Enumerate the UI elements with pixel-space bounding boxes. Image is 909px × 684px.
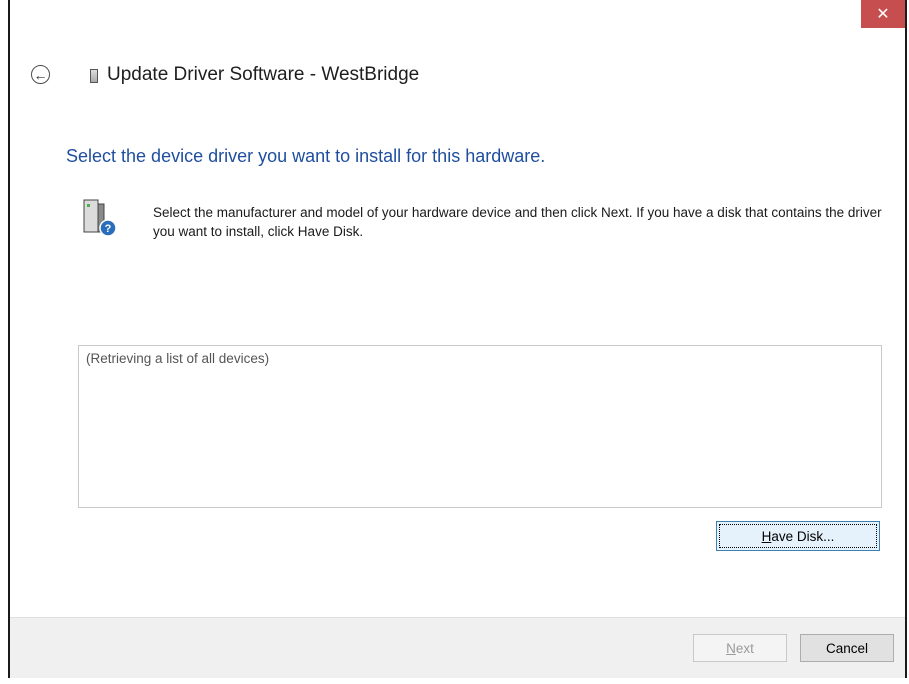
instruction-text: Select the manufacturer and model of you…: [153, 205, 882, 239]
svg-text:?: ?: [105, 223, 112, 235]
close-icon: ✕: [876, 6, 890, 23]
next-button[interactable]: Next: [693, 634, 787, 662]
cancel-button[interactable]: Cancel: [800, 634, 894, 662]
page-heading: Select the device driver you want to ins…: [66, 146, 546, 166]
have-disk-mnemonic: H: [761, 528, 772, 544]
window-header: ← Update Driver Software - WestBridge: [10, 60, 905, 96]
back-arrow-icon: ←: [33, 66, 48, 83]
update-driver-window: ✕ ← Update Driver Software - WestBridge …: [8, 0, 907, 678]
have-disk-label: ave Disk...: [771, 528, 835, 544]
device-list-status: (Retrieving a list of all devices): [86, 351, 270, 366]
next-label: ext: [735, 640, 754, 656]
cancel-label: Cancel: [825, 640, 869, 656]
close-button[interactable]: ✕: [861, 0, 905, 28]
next-mnemonic: N: [726, 640, 736, 656]
hardware-device-icon: ?: [83, 199, 117, 237]
window-title: Update Driver Software - WestBridge: [107, 64, 420, 85]
back-button[interactable]: ←: [31, 65, 50, 84]
have-disk-button[interactable]: Have Disk...: [716, 521, 880, 551]
device-list-box[interactable]: (Retrieving a list of all devices): [78, 345, 882, 508]
footer-bar: Next Cancel: [10, 617, 905, 678]
device-small-icon: [90, 69, 98, 83]
